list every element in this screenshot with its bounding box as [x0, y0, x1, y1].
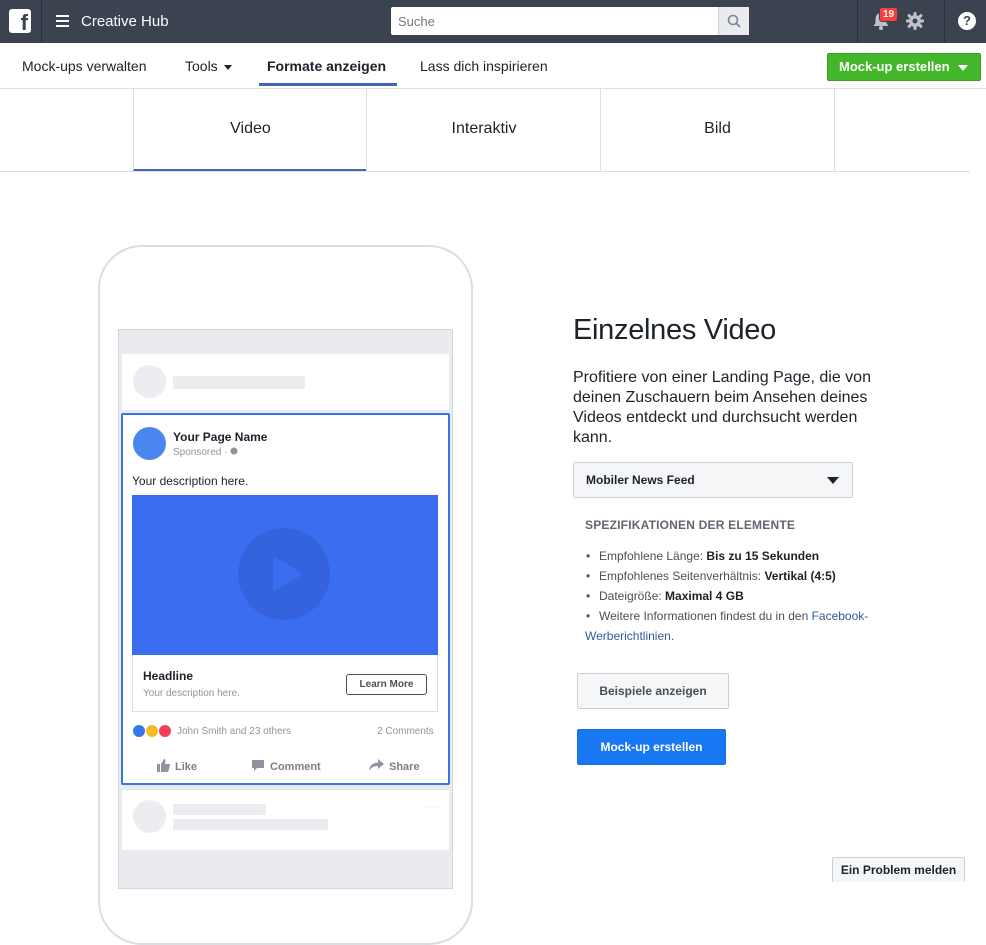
nav-inspiration[interactable]: Lass dich inspirieren: [420, 58, 548, 74]
spec-item: Dateigröße: Maximal 4 GB: [585, 586, 905, 606]
wow-reaction-icon: [145, 724, 159, 738]
top-bar: f Creative Hub 19 ?: [0, 0, 986, 43]
facebook-logo-icon[interactable]: f: [9, 9, 31, 35]
thumbs-up-icon: [157, 759, 171, 772]
notification-badge[interactable]: 19: [879, 7, 899, 22]
search-button[interactable]: [718, 7, 749, 35]
app-title[interactable]: Creative Hub: [81, 13, 169, 30]
share-action[interactable]: Share: [369, 759, 420, 773]
placeholder-avatar: [133, 365, 166, 398]
divider: [944, 0, 945, 43]
nav-mockups-manage[interactable]: Mock-ups verwalten: [22, 58, 147, 74]
love-reaction-icon: [158, 724, 172, 738]
tab-video[interactable]: Video: [133, 89, 367, 171]
create-mockup-button[interactable]: Mock-up erstellen: [577, 729, 726, 765]
divider: [857, 0, 858, 43]
caret-down-icon: [827, 477, 839, 484]
sub-navigation: Mock-ups verwalten Tools Formate anzeige…: [0, 43, 986, 89]
specs-list: Empfohlene Länge: Bis zu 15 Sekunden Emp…: [585, 546, 905, 646]
show-examples-button[interactable]: Beispiele anzeigen: [577, 673, 729, 709]
placeholder-line: [173, 804, 266, 815]
comment-icon: [252, 760, 264, 771]
spec-item: Empfohlenes Seitenverhältnis: Vertikal (…: [585, 566, 905, 586]
tab-interactive[interactable]: Interaktiv: [366, 89, 601, 171]
caret-down-icon: [958, 65, 968, 71]
help-icon[interactable]: ?: [958, 12, 976, 30]
nav-tools[interactable]: Tools: [185, 58, 232, 74]
like-reaction-icon: [132, 724, 146, 738]
placeholder-line: [173, 376, 305, 389]
divider: [41, 0, 42, 43]
report-problem-button[interactable]: Ein Problem melden: [832, 857, 965, 882]
gear-icon[interactable]: [905, 11, 925, 31]
specs-heading: SPEZIFIKATIONEN DER ELEMENTE: [585, 518, 796, 532]
menu-icon[interactable]: [56, 15, 69, 27]
sponsored-label: Sponsored ·: [173, 447, 238, 458]
placeholder-avatar: [133, 800, 166, 833]
caret-down-icon: [223, 64, 232, 70]
like-action[interactable]: Like: [156, 759, 197, 773]
reaction-summary: John Smith and 23 others: [177, 726, 291, 737]
video-area[interactable]: [132, 495, 438, 655]
placeholder-line: [173, 819, 328, 830]
create-mockup-dropdown-button[interactable]: Mock-up erstellen: [827, 53, 981, 81]
comment-action[interactable]: Comment: [251, 759, 321, 773]
search-box: [391, 7, 749, 35]
tab-image[interactable]: Bild: [600, 89, 835, 171]
active-tab-indicator: [259, 83, 397, 86]
comments-count: 2 Comments: [377, 726, 434, 737]
share-icon: [369, 759, 384, 771]
learn-more-button[interactable]: Learn More: [346, 674, 427, 695]
ad-description: Your description here.: [132, 474, 249, 488]
more-options-icon: ···: [425, 800, 440, 814]
format-title: Einzelnes Video: [573, 314, 776, 346]
format-description: Profitiere von einer Landing Page, die v…: [573, 369, 871, 446]
spec-item: Weitere Informationen findest du in den …: [585, 606, 905, 646]
search-icon: [727, 14, 741, 28]
link-description: Your description here.: [143, 688, 240, 699]
play-icon[interactable]: [238, 528, 330, 620]
globe-icon: [230, 447, 238, 455]
page-name: Your Page Name: [173, 430, 268, 444]
spec-item: Empfohlene Länge: Bis zu 15 Sekunden: [585, 546, 905, 566]
placement-select[interactable]: Mobiler News Feed: [573, 462, 853, 498]
search-input[interactable]: [391, 7, 719, 35]
nav-formats[interactable]: Formate anzeigen: [267, 58, 386, 74]
format-tabs: Video Interaktiv Bild: [0, 89, 970, 172]
ad-headline: Headline: [143, 669, 194, 683]
avatar: [133, 427, 166, 460]
